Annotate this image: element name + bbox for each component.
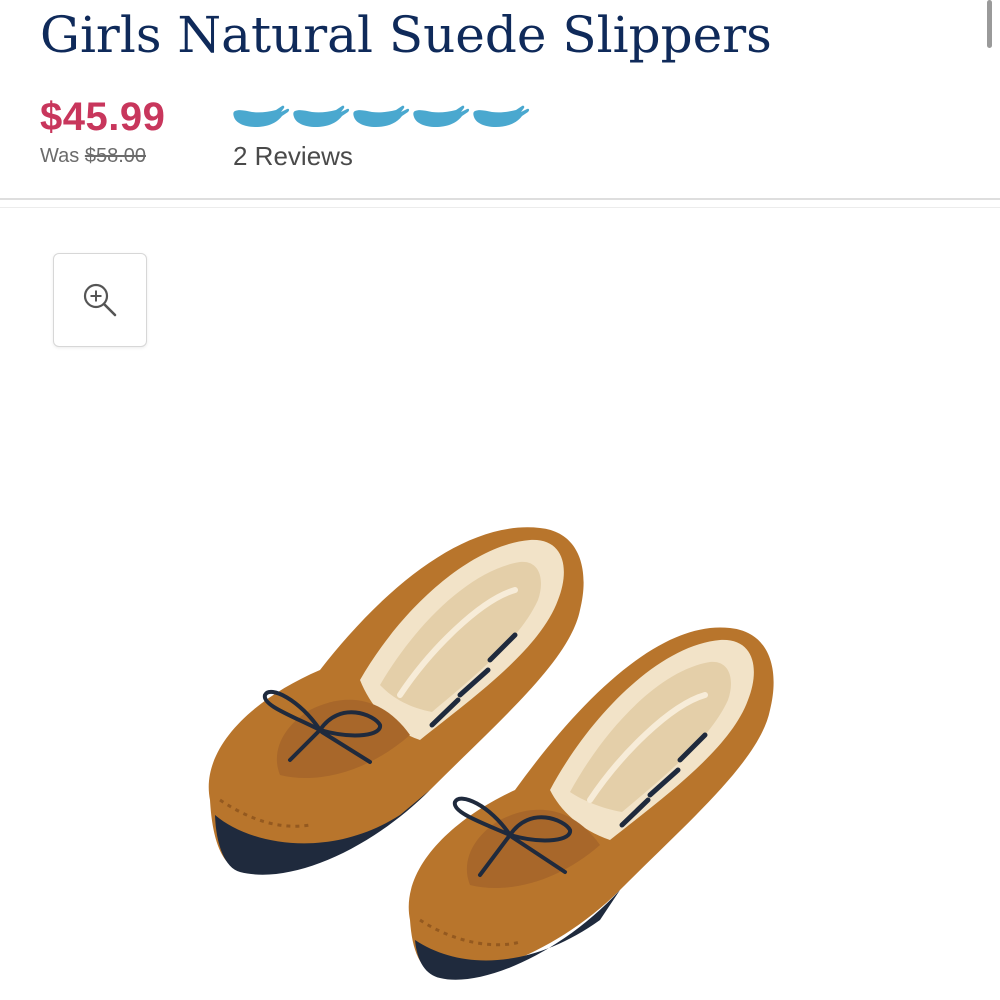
- original-price: $58.00: [84, 145, 146, 167]
- price-block: $45.99 Was $58.00: [40, 94, 165, 168]
- whale-icon: [413, 105, 470, 127]
- whale-icon: [233, 105, 290, 127]
- rating-whales[interactable]: [232, 104, 530, 128]
- sale-price: $45.99: [40, 95, 166, 139]
- whale-icon: [353, 105, 410, 127]
- original-price-line: Was $58.00: [40, 144, 165, 168]
- section-divider: [0, 198, 1000, 200]
- was-label: Was: [40, 145, 80, 167]
- product-title: Girls Natural Suede Slippers: [40, 6, 772, 64]
- section-divider-secondary: [0, 207, 1000, 208]
- whale-icon: [293, 105, 350, 127]
- whale-icon: [473, 105, 530, 127]
- product-image[interactable]: [170, 500, 830, 990]
- scrollbar[interactable]: [987, 0, 992, 48]
- reviews-link[interactable]: 2 Reviews: [233, 140, 353, 172]
- zoom-in-icon: [83, 283, 117, 317]
- zoom-button[interactable]: [53, 253, 147, 347]
